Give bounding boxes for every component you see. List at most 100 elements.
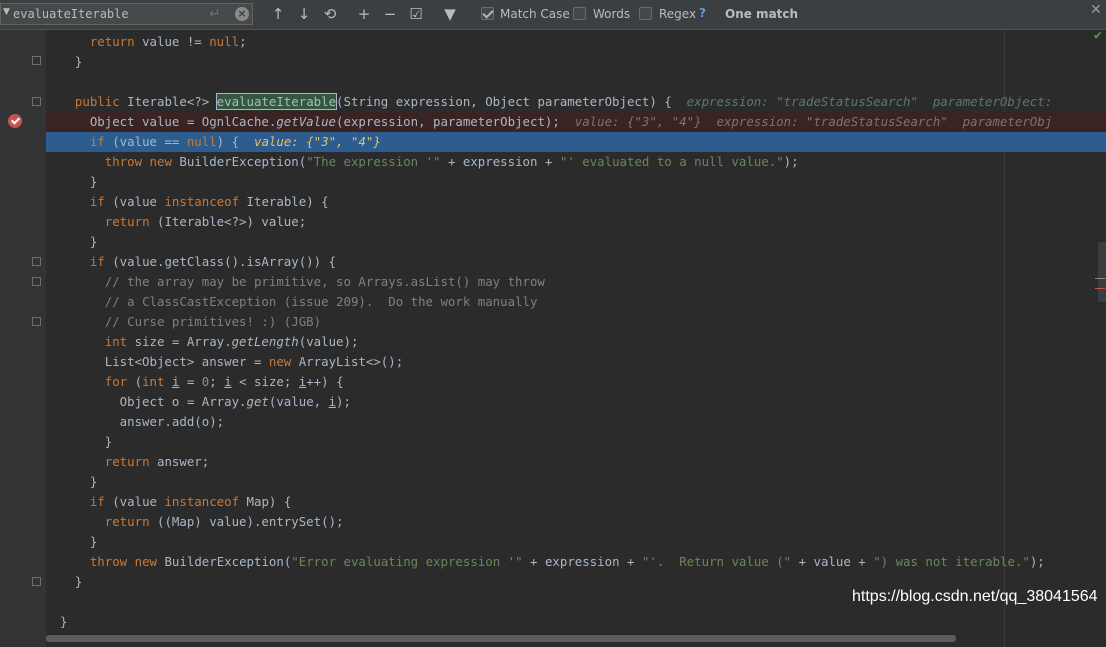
- code-token: "Error evaluating expression '": [291, 554, 523, 569]
- help-icon[interactable]: ?: [699, 6, 706, 20]
- code-line[interactable]: return ((Map) value).entrySet();: [46, 512, 1106, 532]
- code-token: (String expression, Object parameterObje…: [336, 94, 687, 109]
- code-token: value !=: [134, 34, 210, 49]
- close-icon[interactable]: ✕: [1090, 2, 1102, 18]
- fold-icon[interactable]: [32, 97, 41, 106]
- code-line[interactable]: // a ClassCastException (issue 209). Do …: [46, 292, 1106, 312]
- code-token: new: [268, 354, 292, 369]
- fold-icon[interactable]: [32, 317, 41, 326]
- code-token: Object o = Array.: [60, 394, 247, 409]
- code-token: );: [783, 154, 799, 169]
- new-line-icon[interactable]: ↵: [209, 6, 221, 22]
- code-token: }: [60, 174, 98, 189]
- code-line[interactable]: }: [46, 52, 1106, 72]
- code-token: get: [246, 394, 269, 409]
- code-line[interactable]: }: [46, 432, 1106, 452]
- code-token: instanceof: [164, 194, 240, 209]
- vertical-scrollbar[interactable]: [1098, 242, 1106, 302]
- code-line[interactable]: return answer;: [46, 452, 1106, 472]
- code-token: public: [74, 94, 120, 109]
- editor-gutter[interactable]: [0, 30, 46, 647]
- code-token: + expression +: [440, 154, 560, 169]
- scroll-marker-error[interactable]: [1095, 288, 1105, 289]
- breakpoint-icon[interactable]: [8, 114, 22, 128]
- code-token: Iterable) {: [239, 194, 329, 209]
- up-arrow-icon[interactable]: ↑: [268, 5, 288, 23]
- code-line[interactable]: }: [46, 232, 1106, 252]
- code-token: answer;: [149, 454, 210, 469]
- add-selection-icon[interactable]: +: [354, 5, 374, 23]
- code-line[interactable]: int size = Array.getLength(value);: [46, 332, 1106, 352]
- search-history-icon[interactable]: ▼: [3, 7, 10, 17]
- code-line[interactable]: return (Iterable<?>) value;: [46, 212, 1106, 232]
- breakpoint-line[interactable]: Object value = OgnlCache.getValue(expres…: [46, 112, 1106, 132]
- code-line[interactable]: }: [46, 532, 1106, 552]
- code-token: (value: [104, 194, 165, 209]
- code-token: List<Object> answer =: [60, 354, 269, 369]
- code-token: "'. Return value (": [641, 554, 792, 569]
- down-arrow-icon[interactable]: ↓: [294, 5, 314, 23]
- inline-debug-value: expression: "tradeStatusSearch" paramete…: [686, 94, 1053, 109]
- find-all-icon[interactable]: ⟲: [320, 5, 340, 23]
- code-token: // Curse primitives! :) (JGB): [104, 314, 322, 329]
- code-line[interactable]: if (value instanceof Map) {: [46, 492, 1106, 512]
- code-line[interactable]: for (int i = 0; i < size; i++) {: [46, 372, 1106, 392]
- code-line[interactable]: if (value instanceof Iterable) {: [46, 192, 1106, 212]
- fold-icon[interactable]: [32, 577, 41, 586]
- code-token: Object value = OgnlCache.: [60, 114, 277, 129]
- select-all-icon[interactable]: ☑: [406, 5, 426, 23]
- code-token: }: [60, 614, 68, 629]
- code-line[interactable]: return value != null;: [46, 32, 1106, 52]
- match-case-checkbox[interactable]: [481, 7, 494, 20]
- clear-icon[interactable]: ×: [235, 7, 249, 21]
- code-line[interactable]: if (value.getClass().isArray()) {: [46, 252, 1106, 272]
- filter-icon[interactable]: ▼: [440, 5, 460, 23]
- code-line[interactable]: }: [46, 612, 1106, 632]
- code-line[interactable]: [46, 72, 1106, 92]
- code-token: }: [60, 474, 98, 489]
- code-line[interactable]: Object o = Array.get(value, i);: [46, 392, 1106, 412]
- code-line[interactable]: }: [46, 472, 1106, 492]
- words-label[interactable]: Words: [593, 7, 630, 21]
- fold-icon[interactable]: [32, 277, 41, 286]
- search-box[interactable]: ▼ ↵ ×: [0, 3, 253, 25]
- code-token: (: [127, 374, 143, 389]
- code-token: Map) {: [239, 494, 292, 509]
- inline-debug-value: value: {"3", "4"}: [253, 134, 381, 149]
- scroll-marker[interactable]: [1095, 278, 1105, 279]
- code-token: // a ClassCastException (issue 209). Do …: [104, 294, 538, 309]
- code-editor[interactable]: return value != null; } public Iterable<…: [0, 28, 1106, 647]
- execution-line[interactable]: if (value == null) { value: {"3", "4"}: [46, 132, 1106, 152]
- match-case-label[interactable]: Match Case: [500, 7, 570, 21]
- remove-selection-icon[interactable]: −: [380, 5, 400, 23]
- code-line[interactable]: throw new BuilderException("Error evalua…: [46, 552, 1106, 572]
- regex-checkbox[interactable]: [639, 7, 652, 20]
- code-token: }: [60, 574, 83, 589]
- code-token: );: [1029, 554, 1045, 569]
- code-token: evaluateIterable: [215, 93, 338, 110]
- regex-label[interactable]: Regex: [659, 7, 696, 21]
- fold-icon[interactable]: [32, 56, 41, 65]
- search-input[interactable]: [13, 6, 203, 22]
- code-line[interactable]: throw new BuilderException("The expressi…: [46, 152, 1106, 172]
- code-line[interactable]: public Iterable<?> evaluateIterable(Stri…: [46, 92, 1106, 112]
- fold-icon[interactable]: [32, 257, 41, 266]
- code-token: =: [179, 374, 202, 389]
- code-token: }: [60, 54, 83, 69]
- code-line[interactable]: answer.add(o);: [46, 412, 1106, 432]
- code-token: throw: [89, 554, 128, 569]
- code-line[interactable]: List<Object> answer = new ArrayList<>();: [46, 352, 1106, 372]
- code-token: if: [89, 254, 105, 269]
- words-checkbox[interactable]: [573, 7, 586, 20]
- code-line[interactable]: }: [46, 172, 1106, 192]
- code-token: (value);: [298, 334, 359, 349]
- horizontal-scrollbar[interactable]: [46, 635, 956, 642]
- code-line[interactable]: // the array may be primitive, so Arrays…: [46, 272, 1106, 292]
- code-line[interactable]: // Curse primitives! :) (JGB): [46, 312, 1106, 332]
